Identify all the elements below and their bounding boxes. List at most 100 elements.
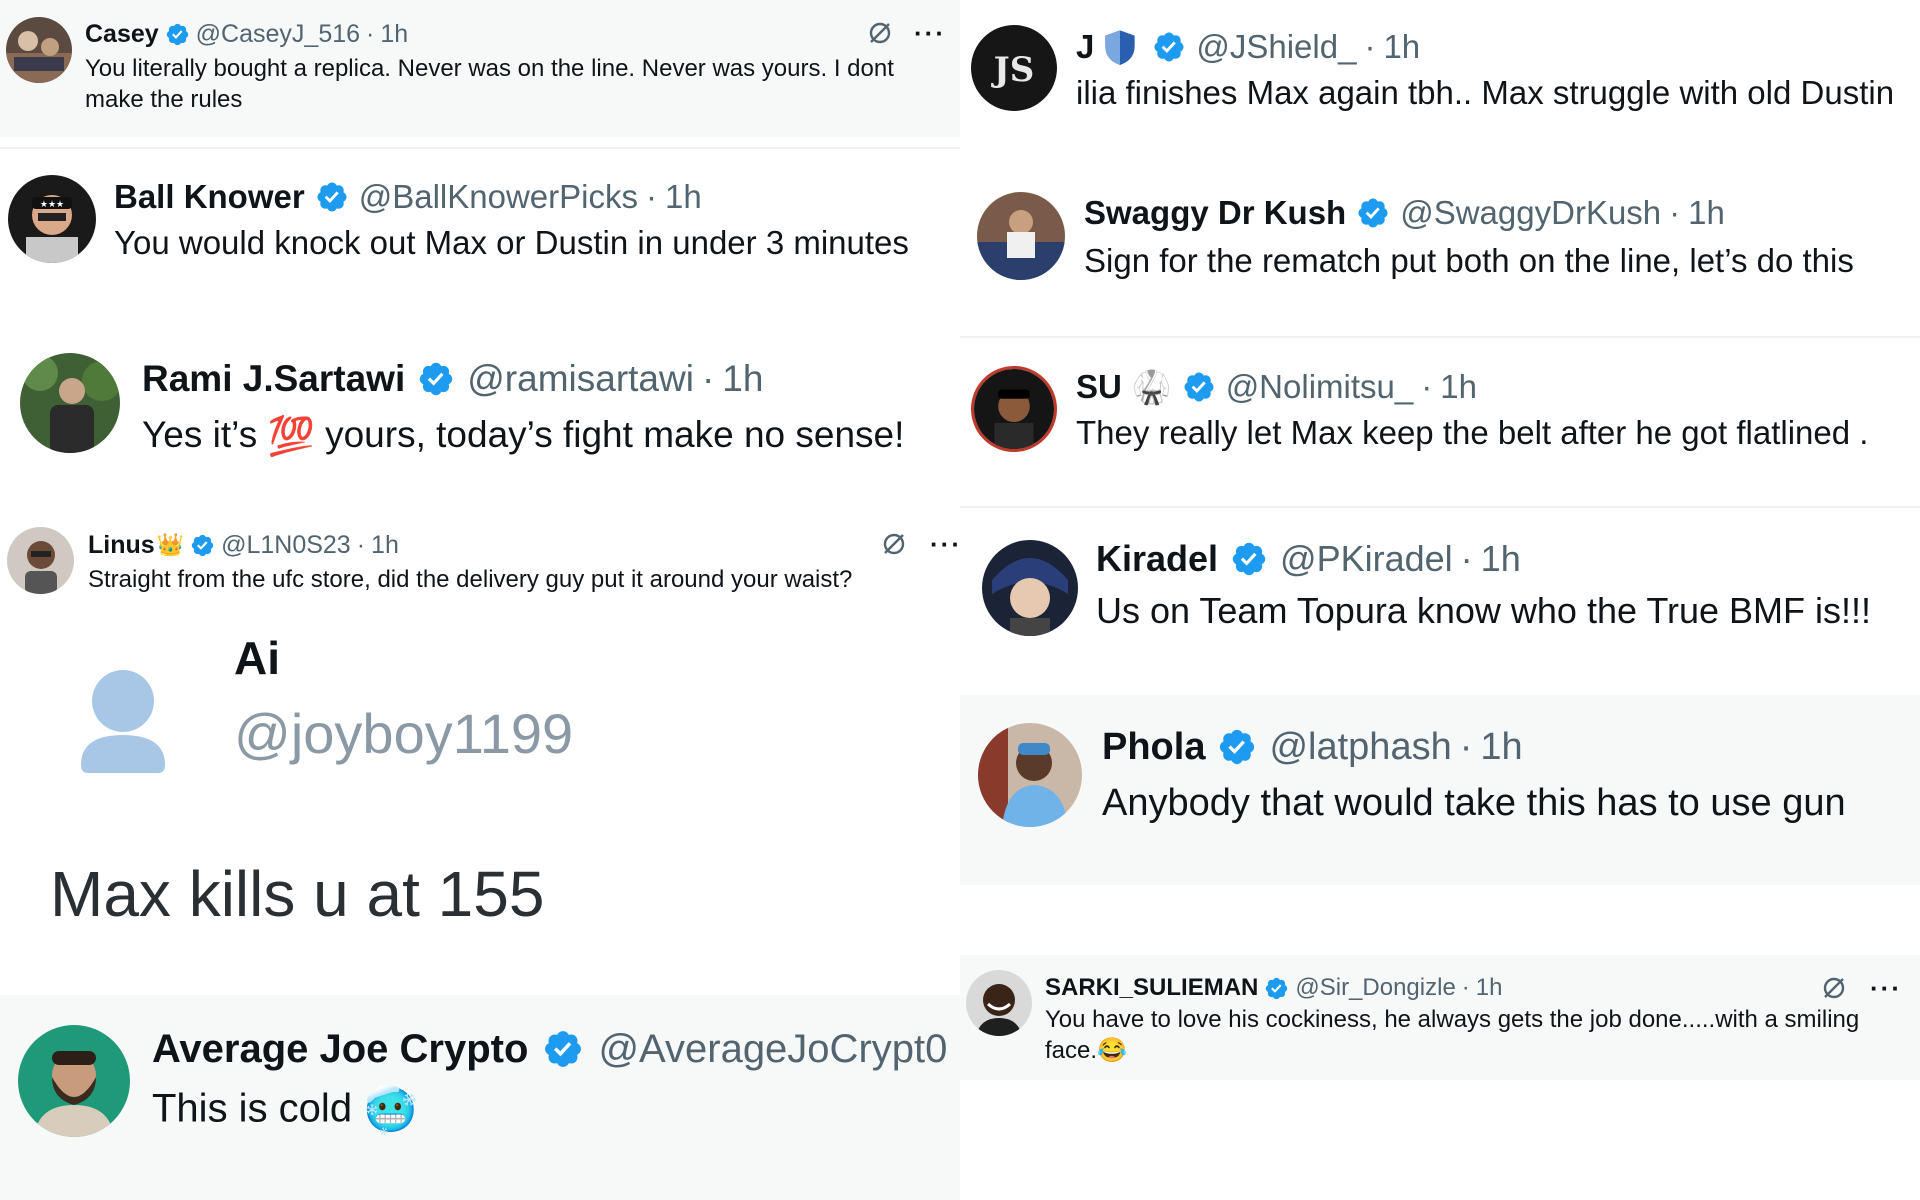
reply-swaggy[interactable]: Swaggy Dr Kush @SwaggyDrKush · 1h Sign f… [960, 150, 1920, 332]
reply-text: Us on Team Topura know who the True BMF … [1096, 590, 1872, 631]
martial-arts-uniform-emoji: 🥋 [1131, 369, 1172, 405]
reply-sarki[interactable]: SARKI_SULIEMAN @Sir_Dongizle · 1h ··· Yo… [960, 955, 1920, 1080]
handle[interactable]: @Nolimitsu_ [1226, 368, 1414, 406]
separator-dot: · [1421, 368, 1433, 405]
reply-actions: ··· [1820, 971, 1902, 1005]
avatar[interactable] [18, 1025, 130, 1137]
divider [960, 506, 1920, 508]
more-dots-icon[interactable]: ··· [914, 18, 946, 49]
reply-header: Ball Knower @BallKnowerPicks · 1h [114, 174, 702, 220]
separator-dot: · [1669, 194, 1681, 231]
reply-header: Average Joe Crypto @AverageJoCrypt0 [152, 1021, 947, 1077]
display-name[interactable]: Kiradel [1096, 538, 1218, 580]
grok-slash-icon[interactable] [1820, 974, 1848, 1002]
display-name[interactable]: Swaggy Dr Kush [1084, 194, 1346, 232]
reply-text: You have to love his cockiness, he alway… [1045, 1005, 1895, 1067]
verified-badge-icon [417, 360, 455, 398]
reply-text: Sign for the rematch put both on the lin… [1084, 242, 1854, 279]
verified-badge-icon [1230, 540, 1268, 578]
handle[interactable]: @JShield_ [1196, 28, 1356, 66]
separator-dot: · [1461, 974, 1470, 1001]
display-name[interactable]: SU [1076, 368, 1122, 406]
separator-dot: · [356, 530, 366, 559]
separator-dot: · [366, 19, 375, 48]
quoted-name: Ai [234, 632, 280, 684]
handle[interactable]: @CaseyJ_516 [196, 20, 360, 49]
separator-dot: · [701, 358, 715, 399]
verified-badge-icon [542, 1028, 584, 1070]
handle[interactable]: @AverageJoCrypt0 [598, 1027, 947, 1072]
avatar[interactable] [20, 353, 120, 453]
timestamp[interactable]: 1h [1440, 368, 1477, 406]
display-name[interactable]: Ball Knower [114, 178, 305, 216]
reply-jshield[interactable]: JS J @JShield_ · 1h ilia finishes Max ag… [960, 0, 1920, 142]
default-avatar-icon [78, 655, 168, 785]
handle[interactable]: @PKiradel [1280, 538, 1453, 580]
reply-su[interactable]: SU 🥋 @Nolimitsu_ · 1h They really let Ma… [960, 340, 1920, 506]
reply-ball-knower[interactable]: ★★★ Ball Knower @BallKnowerPicks · 1h Yo… [0, 150, 960, 325]
handle[interactable]: @SwaggyDrKush [1400, 194, 1661, 232]
reply-header: Kiradel @PKiradel · 1h [1096, 534, 1521, 584]
avatar[interactable] [971, 366, 1057, 452]
crown-emoji: 👑 [156, 532, 185, 557]
handle[interactable]: @latphash [1269, 726, 1451, 769]
handle[interactable]: @L1N0S23 [221, 531, 351, 560]
handle[interactable]: @BallKnowerPicks [359, 178, 638, 216]
timestamp[interactable]: 1h [1480, 726, 1522, 769]
display-name[interactable]: Average Joe Crypto [152, 1027, 528, 1072]
reply-casey[interactable]: Casey @CaseyJ_516 · 1h ··· You literally… [0, 0, 960, 137]
verified-badge-icon [1152, 30, 1186, 64]
reply-phola[interactable]: Phola @latphash · 1h Anybody that would … [960, 695, 1920, 885]
avatar[interactable]: ★★★ [8, 175, 96, 263]
timestamp[interactable]: 1h [722, 358, 763, 400]
reply-text: You would knock out Max or Dustin in und… [114, 224, 909, 261]
display-name[interactable]: Phola [1102, 726, 1205, 769]
grok-slash-icon[interactable] [880, 530, 908, 558]
avatar[interactable] [982, 540, 1078, 636]
verified-badge-icon [165, 22, 190, 47]
timestamp[interactable]: 1h [1383, 28, 1420, 66]
reply-text: They really let Max keep the belt after … [1076, 414, 1869, 451]
reply-kiradel[interactable]: Kiradel @PKiradel · 1h Us on Team Topura… [960, 510, 1920, 695]
text-part: You have to love his cockiness, he alway… [1045, 1006, 1860, 1064]
hundred-points-emoji: 💯 [267, 415, 315, 458]
display-name[interactable]: Rami J.Sartawi [142, 358, 405, 400]
avatar[interactable] [966, 970, 1032, 1036]
more-dots-icon[interactable]: ··· [930, 529, 960, 560]
handle[interactable]: @Sir_Dongizle [1295, 974, 1455, 1002]
shield-icon [1104, 29, 1136, 65]
verified-badge-icon [1356, 196, 1390, 230]
left-screenshot-column: Casey @CaseyJ_516 · 1h ··· You literally… [0, 0, 960, 1200]
timestamp[interactable]: 1h [665, 178, 702, 216]
more-dots-icon[interactable]: ··· [1870, 973, 1902, 1004]
display-name[interactable]: J [1076, 28, 1094, 66]
avatar[interactable] [7, 527, 74, 594]
reply-header: SARKI_SULIEMAN @Sir_Dongizle · 1h [1045, 971, 1503, 1005]
reply-header: SU 🥋 @Nolimitsu_ · 1h [1076, 364, 1477, 410]
reply-average-joe[interactable]: Average Joe Crypto @AverageJoCrypt0 This… [0, 995, 960, 1200]
reply-linus[interactable]: Linus 👑 @L1N0S23 · 1h ··· Straight from … [0, 515, 960, 990]
avatar[interactable] [6, 17, 72, 83]
display-name[interactable]: Linus [88, 531, 155, 560]
timestamp[interactable]: 1h [1481, 538, 1521, 580]
reply-rami[interactable]: Rami J.Sartawi @ramisartawi · 1h Yes it’… [0, 325, 960, 515]
display-name[interactable]: Casey [85, 20, 159, 49]
reply-header: Linus 👑 @L1N0S23 · 1h [88, 527, 399, 563]
timestamp[interactable]: 1h [1476, 974, 1503, 1002]
separator-dot: · [1459, 725, 1473, 768]
display-name[interactable]: SARKI_SULIEMAN [1045, 974, 1258, 1002]
quoted-screenshot[interactable]: Ai @joyboy1199 Max kills u at 155 [0, 625, 960, 985]
tears-of-joy-emoji: 😂 [1097, 1037, 1127, 1065]
avatar[interactable] [978, 723, 1082, 827]
timestamp[interactable]: 1h [380, 20, 408, 49]
timestamp[interactable]: 1h [371, 531, 399, 560]
grok-slash-icon[interactable] [866, 19, 894, 47]
avatar[interactable] [977, 192, 1065, 280]
reply-actions: ··· [880, 527, 960, 561]
separator-dot: · [645, 178, 657, 215]
avatar[interactable]: JS [971, 25, 1057, 111]
right-screenshot-column: JS J @JShield_ · 1h ilia finishes Max ag… [960, 0, 1920, 1200]
timestamp[interactable]: 1h [1688, 194, 1725, 232]
handle[interactable]: @ramisartawi [467, 358, 694, 400]
quoted-handle: @joyboy1199 [234, 702, 574, 765]
